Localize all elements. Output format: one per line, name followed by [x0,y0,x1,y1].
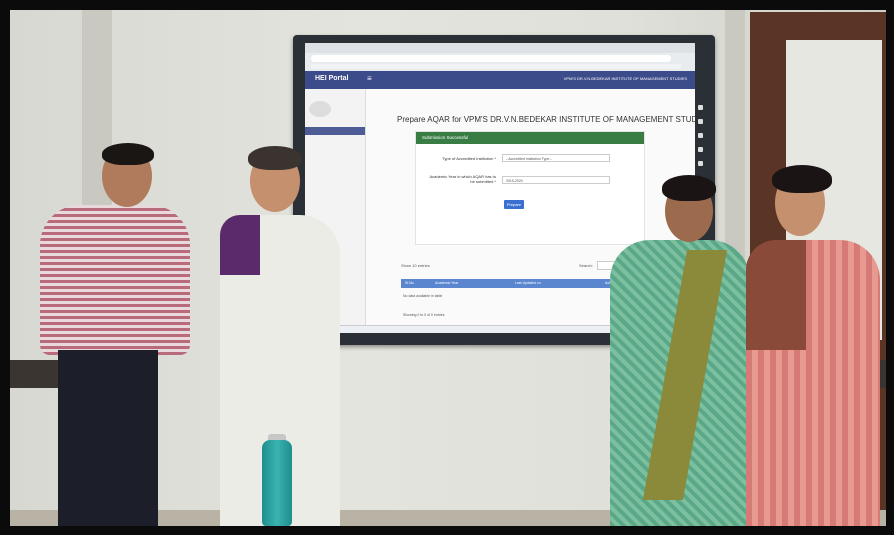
trousers [58,350,158,526]
hair [248,146,302,170]
photo-frame: HEI Portal ≡ VPM'S DR.V.N.BEDEKAR INSTIT… [10,10,886,526]
prepare-button: Prepare [504,200,524,209]
academic-year-select: 2019-2020 [502,176,610,184]
hair [102,143,154,165]
browser-tab-bar [305,43,695,53]
table-info: Showing 0 to 0 of 0 entries [403,313,445,317]
checked-shirt [40,205,190,355]
page-title: Prepare AQAR for VPM'S DR.V.N.BEDEKAR IN… [397,115,695,124]
institution-type-select: --Accredited Institution Type-- [502,154,610,162]
water-bottle [262,440,292,526]
institution-type-label: Type of Accredited Institution * [442,156,496,161]
page-length: Show 10 entries [401,263,430,268]
column-header: Academic Year [435,281,459,285]
search-label: Search: [579,263,593,268]
browser-chrome [305,43,695,71]
hair [772,165,832,193]
aqar-form-card: Submission Successful Type of Accredited… [415,131,645,245]
user-name: VPM'S DR.V.N.BEDEKAR INSTITUTE OF MANAGE… [563,76,687,81]
brown-blouse [746,240,806,350]
show-value: 10 [412,263,417,268]
sidebar-active-item [305,127,365,135]
blouse [220,215,260,275]
show-label: Show [401,263,412,268]
menu-icon: ≡ [367,74,372,83]
entries-label: entries [417,263,430,268]
bookmarks-bar [311,64,681,69]
success-banner: Submission Successful [416,132,644,144]
address-bar [311,55,671,62]
success-text: Submission Successful [422,135,469,140]
column-header: Sl.No. [405,281,415,285]
column-header: Last Updated on [515,281,541,285]
academic-year-label: Academic Year in which AQAR has to be su… [429,174,496,184]
portal-brand: HEI Portal [315,75,349,82]
hair [662,175,716,201]
institution-logo [309,101,331,117]
empty-table-text: No data available in table [403,294,443,298]
